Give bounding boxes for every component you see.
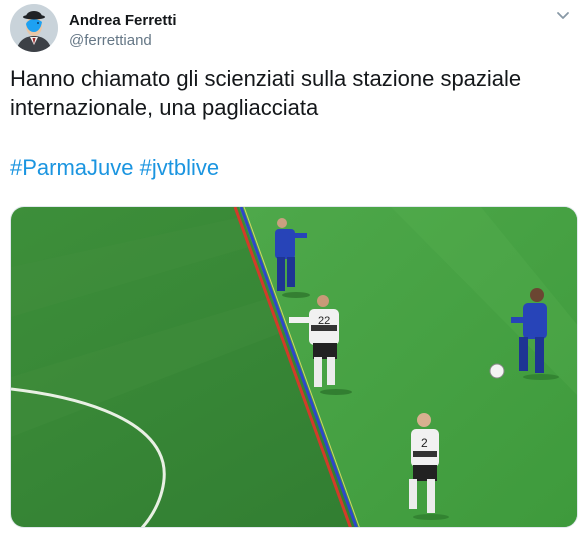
hashtag-parmajuve[interactable]: #ParmaJuve [10, 155, 134, 180]
tweet-text: Hanno chiamato gli scienziati sulla staz… [10, 64, 570, 122]
bowler-hat-man-avatar [10, 4, 58, 52]
display-name[interactable]: Andrea Ferretti [69, 11, 177, 30]
tweet-media[interactable]: 22 2 [10, 206, 578, 528]
tweet-header: Andrea Ferretti @ferrettiand [10, 4, 578, 54]
user-info: Andrea Ferretti @ferrettiand [69, 11, 177, 50]
jersey-number-22: 22 [318, 315, 330, 327]
tweet-text-line: internazionale, una pagliacciata [10, 95, 319, 120]
hashtags: #ParmaJuve #jvtblive [10, 153, 219, 182]
user-handle[interactable]: @ferrettiand [69, 31, 177, 50]
jersey-number-2: 2 [421, 436, 428, 450]
soccer-offside-var-image: 22 2 [11, 207, 577, 527]
tweet-text-line: Hanno chiamato gli scienziati sulla staz… [10, 66, 522, 91]
hashtag-jvtblive[interactable]: #jvtblive [140, 155, 219, 180]
tweet-card: Andrea Ferretti @ferrettiand Hanno chiam… [0, 0, 588, 546]
avatar[interactable] [10, 4, 58, 52]
chevron-down-icon[interactable] [554, 6, 572, 24]
